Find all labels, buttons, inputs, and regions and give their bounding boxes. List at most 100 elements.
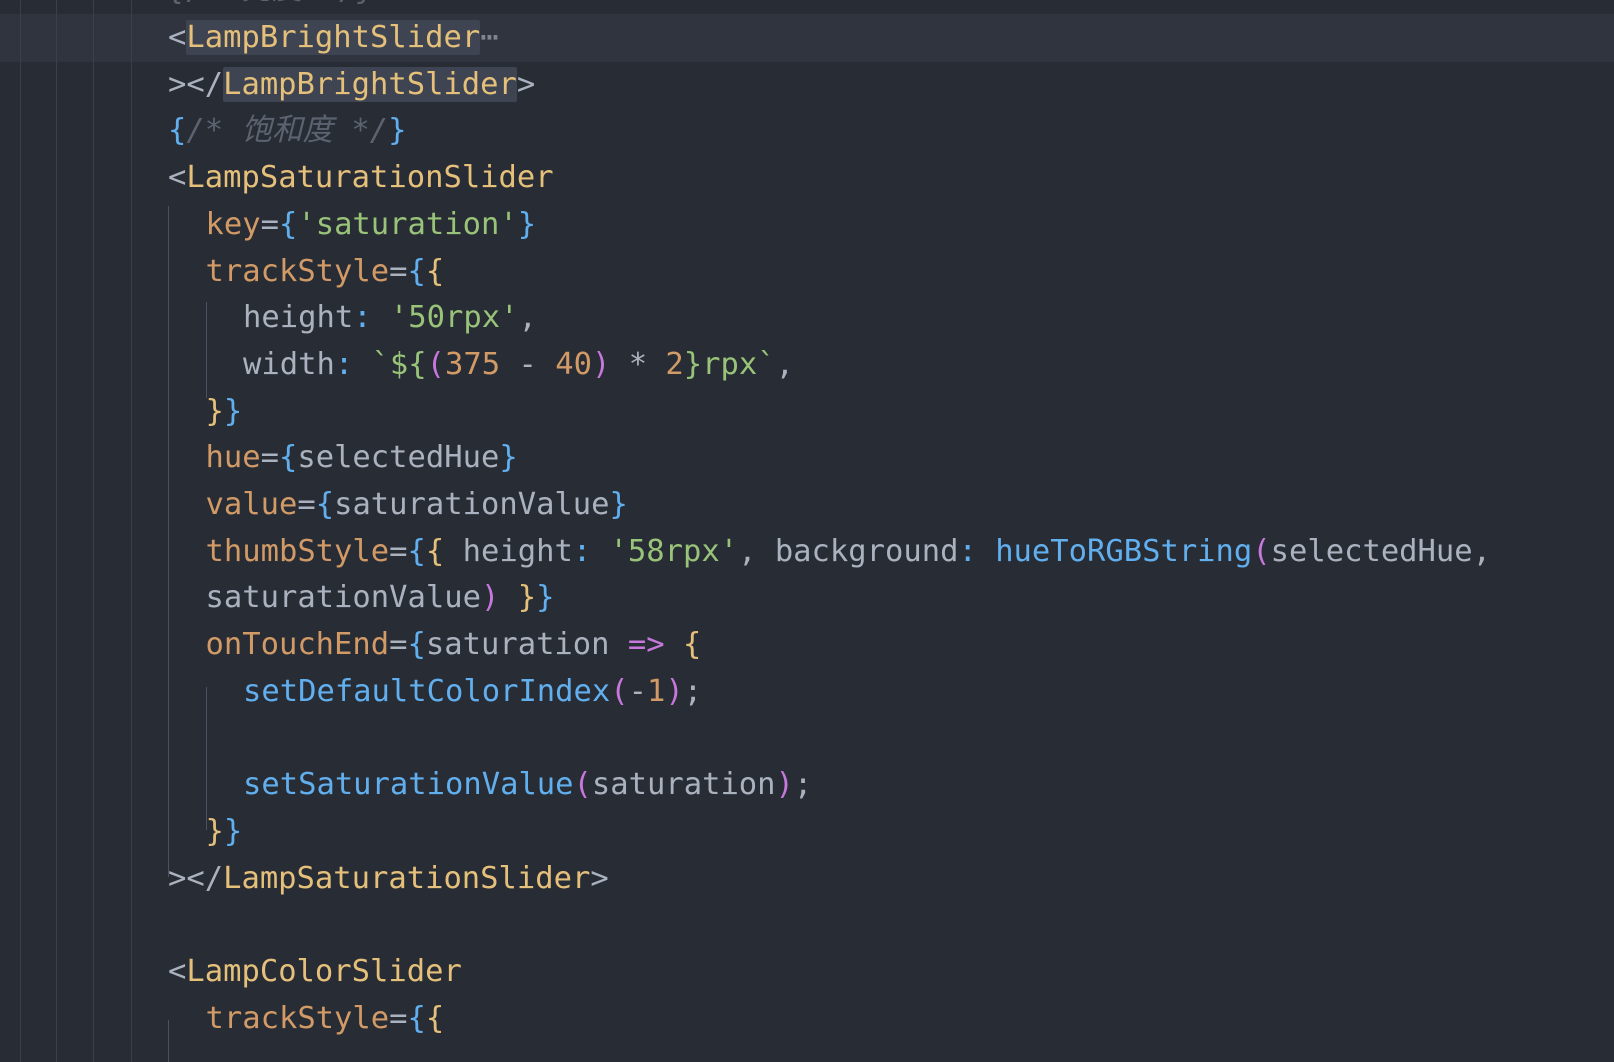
code-token: >: [590, 860, 609, 896]
code-token: {: [407, 533, 426, 569]
code-token: saturationValue: [205, 580, 481, 616]
code-token: hue: [205, 440, 261, 476]
code-token: saturationValue: [334, 487, 610, 522]
code-line[interactable]: <LampBrightSlider⋯: [168, 14, 499, 62]
code-token: {: [168, 113, 187, 149]
code-token: {: [407, 1000, 426, 1036]
code-token: key: [205, 206, 261, 242]
code-token: (: [610, 673, 629, 709]
code-token: }: [517, 580, 537, 616]
code-line[interactable]: hue={selectedHue}: [206, 434, 518, 482]
code-token: ⋯: [480, 20, 499, 55]
code-token: trackStyle: [205, 253, 390, 289]
code-token: =: [260, 206, 279, 242]
code-line[interactable]: value={saturationValue}: [206, 481, 628, 529]
code-token: =: [297, 487, 316, 522]
code-line[interactable]: key={'saturation'}: [206, 201, 537, 249]
code-token: <: [168, 20, 187, 55]
code-token: :: [958, 533, 996, 569]
code-line[interactable]: ></LampSaturationSlider>: [168, 855, 609, 903]
code-token: }rpx`: [683, 346, 776, 382]
code-token: value: [205, 487, 298, 522]
code-token: =: [389, 1000, 408, 1036]
code-token: setDefaultColorIndex: [243, 673, 611, 709]
clipped-comment-text: {/* 亮度 */}: [168, 0, 376, 14]
code-token: ): [591, 346, 611, 382]
code-token: {: [425, 253, 445, 289]
clipped-comment-line: {/* 亮度 */}: [0, 0, 1614, 14]
code-token: }: [388, 113, 407, 149]
code-editor[interactable]: {/* 亮度 */} <LampBrightSlider⋯></LampBrig…: [0, 0, 1614, 1062]
indent-guide: [20, 0, 21, 1062]
code-token: 375: [445, 346, 501, 382]
code-token: ): [775, 767, 794, 803]
code-token: onTouchEnd: [205, 627, 390, 663]
code-token: =: [389, 253, 408, 289]
code-token: }: [517, 206, 537, 242]
code-line[interactable]: saturationValue) }}: [206, 574, 555, 622]
code-line[interactable]: }}: [206, 808, 243, 856]
code-token: <: [168, 954, 187, 989]
code-token: height: [243, 300, 354, 336]
code-token: LampSaturationSlider: [186, 160, 554, 196]
code-token: {: [278, 206, 298, 242]
code-token: `${: [371, 346, 427, 382]
code-line[interactable]: <LampColorSlider: [168, 948, 462, 996]
code-token: :: [334, 346, 372, 382]
code-token: (: [573, 767, 592, 803]
indent-guide: [93, 0, 94, 1062]
code-token: /* 饱和度 */: [186, 113, 389, 149]
indent-guide-active: [168, 206, 169, 877]
code-line[interactable]: ></LampBrightSlider>: [168, 61, 535, 109]
code-line[interactable]: width: `${(375 - 40) * 2}rpx`,: [243, 341, 794, 389]
code-token: ): [665, 673, 684, 709]
code-token: }: [223, 813, 243, 849]
code-token: }: [536, 580, 555, 616]
code-token: , background: [738, 533, 959, 569]
code-token: =: [389, 627, 408, 663]
code-line[interactable]: trackStyle={{: [206, 248, 445, 296]
code-token: selectedHue,: [1270, 533, 1491, 569]
code-line[interactable]: }}: [206, 388, 243, 436]
code-token: {: [683, 627, 702, 663]
code-line[interactable]: trackStyle={{: [206, 995, 445, 1043]
code-token: width: [243, 346, 335, 382]
code-token: setSaturationValue: [243, 767, 574, 803]
code-token: {: [278, 440, 298, 476]
code-token: {: [425, 1000, 445, 1036]
code-token: ,: [775, 346, 794, 382]
code-token: saturation: [591, 767, 776, 803]
code-token: -: [628, 673, 648, 709]
code-token: {: [407, 253, 426, 289]
code-token: hueToRGBString: [995, 533, 1253, 569]
code-token: {: [315, 487, 335, 522]
code-line[interactable]: thumbStyle={{ height: '58rpx', backgroun…: [206, 528, 1492, 576]
code-token: }: [205, 393, 224, 429]
code-line[interactable]: {/* 饱和度 */}: [168, 107, 406, 155]
code-token: ): [480, 580, 500, 616]
code-token: :: [353, 300, 390, 336]
code-token: LampBrightSlider: [223, 66, 517, 102]
code-token: =: [389, 533, 408, 569]
code-token: '50rpx': [389, 300, 519, 336]
code-token: }: [205, 813, 224, 849]
code-token: {: [407, 627, 426, 663]
code-token: ></: [168, 860, 224, 896]
code-line[interactable]: onTouchEnd={saturation => {: [206, 621, 702, 669]
code-token: >: [516, 66, 536, 102]
indent-guide-active: [168, 1020, 169, 1062]
code-token: (: [1252, 533, 1271, 569]
code-token: trackStyle: [205, 1000, 390, 1036]
code-token: =: [260, 440, 279, 476]
code-token: ;: [683, 673, 703, 709]
code-line[interactable]: height: '50rpx',: [243, 294, 537, 342]
code-line[interactable]: setDefaultColorIndex(-1);: [243, 668, 702, 716]
code-token: saturation: [425, 627, 628, 663]
code-token: }: [223, 393, 243, 429]
code-token: -: [500, 346, 556, 382]
code-token: ;: [793, 767, 813, 803]
code-line[interactable]: <LampSaturationSlider: [168, 154, 554, 202]
code-line[interactable]: setSaturationValue(saturation);: [243, 761, 812, 809]
